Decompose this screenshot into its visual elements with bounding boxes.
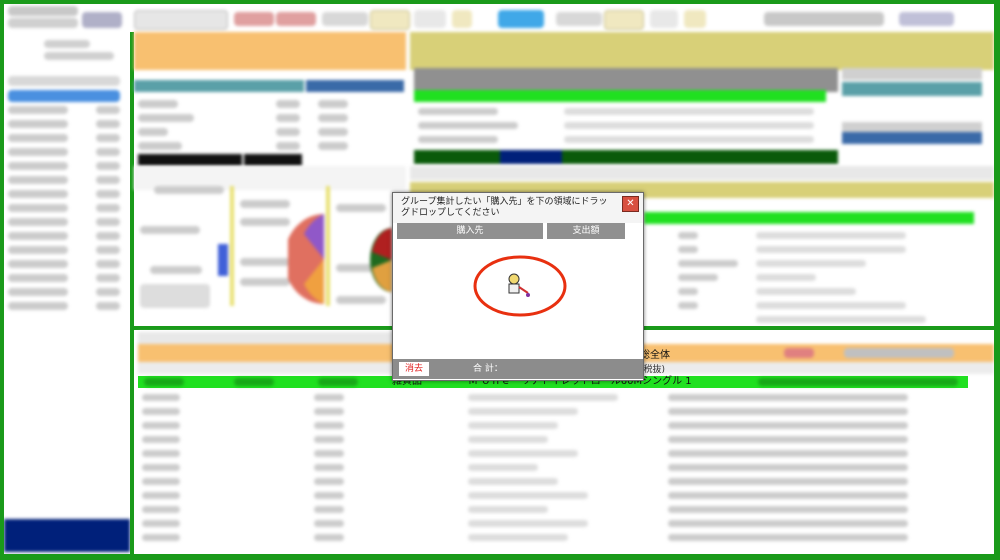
dialog-title: グループ集計したい「購入先」を下の領域にドラッグドロップしてください: [401, 197, 608, 218]
clear-button[interactable]: 消去: [399, 362, 429, 376]
close-icon: ✕: [626, 198, 635, 209]
column-header-expense[interactable]: 支出額: [547, 223, 625, 239]
main-window: 総全体 (税抜) 雑貨品 Ｍ'ｏｎｅ リナトイレットロール60Mシングル 1 グ…: [4, 4, 994, 554]
dialog-header: グループ集計したい「購入先」を下の領域にドラッグドロップしてください ✕: [393, 193, 643, 223]
drag-cursor-icon: [508, 273, 530, 297]
sidebar-divider: [130, 32, 134, 554]
total-all-tag: 総全体: [640, 350, 670, 361]
drop-target-highlight: [473, 255, 567, 317]
group-aggregation-dialog: グループ集計したい「購入先」を下の領域にドラッグドロップしてください ✕ 購入先…: [392, 192, 644, 381]
dialog-footer: 消去 合 計：: [393, 359, 643, 379]
drop-area[interactable]: [397, 241, 637, 358]
column-header-supplier[interactable]: 購入先: [397, 223, 543, 239]
close-button[interactable]: ✕: [622, 196, 639, 212]
total-label: 合 計：: [473, 364, 503, 374]
